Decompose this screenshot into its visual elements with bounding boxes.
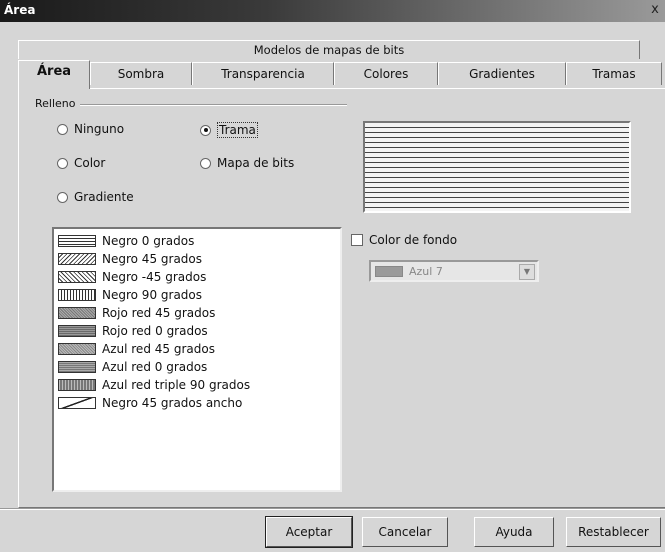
swatch-icon bbox=[58, 379, 96, 391]
radio-gradient-dot[interactable] bbox=[57, 191, 68, 203]
hatch-list[interactable]: Negro 0 grados Negro 45 grados Negro -45… bbox=[52, 227, 342, 492]
chevron-down-icon[interactable]: ▼ bbox=[519, 264, 535, 280]
radio-color-dot[interactable] bbox=[57, 157, 68, 169]
radio-none-label: Ninguno bbox=[74, 122, 125, 136]
background-color-label: Color de fondo bbox=[369, 233, 458, 247]
radio-hatch[interactable]: Trama bbox=[200, 122, 258, 138]
list-item-label: Negro 45 grados ancho bbox=[102, 396, 243, 410]
tab-shadow[interactable]: Sombra bbox=[90, 62, 192, 85]
radio-color-label: Color bbox=[74, 156, 106, 170]
footer-divider bbox=[0, 508, 665, 510]
list-item[interactable]: Rojo red 0 grados bbox=[58, 322, 208, 340]
background-color-checkbox[interactable]: Color de fondo bbox=[351, 233, 457, 247]
fill-group-label: Relleno bbox=[35, 97, 80, 110]
checkbox-box[interactable] bbox=[351, 234, 363, 246]
title-bar: Área x bbox=[0, 0, 665, 22]
swatch-icon bbox=[58, 361, 96, 373]
window-title: Área bbox=[4, 3, 36, 17]
tab-row: Área Sombra Transparencia Colores Gradie… bbox=[18, 60, 664, 89]
radio-color[interactable]: Color bbox=[57, 156, 105, 170]
list-item[interactable]: Negro 90 grados bbox=[58, 286, 202, 304]
list-item[interactable]: Negro -45 grados bbox=[58, 268, 206, 286]
list-item[interactable]: Negro 45 grados ancho bbox=[58, 394, 242, 412]
tab-transparency[interactable]: Transparencia bbox=[192, 62, 334, 85]
list-item-label: Negro -45 grados bbox=[102, 270, 207, 284]
list-item-label: Negro 0 grados bbox=[102, 234, 195, 248]
list-item-label: Azul red 45 grados bbox=[102, 342, 215, 356]
color-swatch-icon bbox=[375, 266, 403, 277]
list-item[interactable]: Azul red triple 90 grados bbox=[58, 376, 250, 394]
list-item-label: Azul red triple 90 grados bbox=[102, 378, 251, 392]
hatch-preview bbox=[363, 121, 631, 213]
swatch-icon bbox=[58, 343, 96, 355]
list-item-label: Rojo red 45 grados bbox=[102, 306, 216, 320]
background-color-select[interactable]: Azul 7 ▼ bbox=[369, 260, 539, 282]
list-item[interactable]: Azul red 45 grados bbox=[58, 340, 215, 358]
swatch-icon bbox=[58, 307, 96, 319]
tab-area[interactable]: Área bbox=[18, 60, 90, 89]
ok-button[interactable]: Aceptar bbox=[265, 516, 353, 548]
swatch-icon bbox=[58, 271, 96, 283]
list-item[interactable]: Negro 0 grados bbox=[58, 232, 194, 250]
tab-gradients[interactable]: Gradientes bbox=[438, 62, 566, 85]
list-item[interactable]: Rojo red 45 grados bbox=[58, 304, 215, 322]
reset-button[interactable]: Restablecer bbox=[566, 517, 661, 547]
radio-gradient[interactable]: Gradiente bbox=[57, 190, 134, 204]
list-item[interactable]: Azul red 0 grados bbox=[58, 358, 207, 376]
tab-bitmap-patterns[interactable]: Modelos de mapas de bits bbox=[18, 40, 640, 59]
help-button[interactable]: Ayuda bbox=[474, 517, 554, 547]
close-icon[interactable]: x bbox=[647, 2, 663, 18]
radio-bitmap[interactable]: Mapa de bits bbox=[200, 156, 294, 170]
tab-hatches[interactable]: Tramas bbox=[566, 62, 662, 85]
swatch-icon bbox=[58, 289, 96, 301]
swatch-icon bbox=[58, 235, 96, 247]
radio-bitmap-dot[interactable] bbox=[200, 157, 211, 169]
radio-none[interactable]: Ninguno bbox=[57, 122, 124, 136]
tab-colors[interactable]: Colores bbox=[334, 62, 438, 85]
swatch-icon bbox=[58, 397, 96, 409]
list-item[interactable]: Negro 45 grados bbox=[58, 250, 202, 268]
group-divider bbox=[35, 104, 347, 106]
radio-bitmap-label: Mapa de bits bbox=[217, 156, 295, 170]
list-item-label: Negro 45 grados bbox=[102, 252, 203, 266]
radio-hatch-dot[interactable] bbox=[200, 124, 211, 136]
tab-row-top: Modelos de mapas de bits bbox=[18, 40, 664, 60]
swatch-icon bbox=[58, 253, 96, 265]
cancel-button[interactable]: Cancelar bbox=[362, 517, 448, 547]
radio-none-dot[interactable] bbox=[57, 123, 68, 135]
radio-hatch-label: Trama bbox=[217, 122, 258, 138]
list-item-label: Azul red 0 grados bbox=[102, 360, 208, 374]
swatch-icon bbox=[58, 325, 96, 337]
radio-gradient-label: Gradiente bbox=[74, 190, 134, 204]
list-item-label: Negro 90 grados bbox=[102, 288, 203, 302]
list-item-label: Rojo red 0 grados bbox=[102, 324, 208, 338]
background-color-value: Azul 7 bbox=[409, 265, 443, 278]
